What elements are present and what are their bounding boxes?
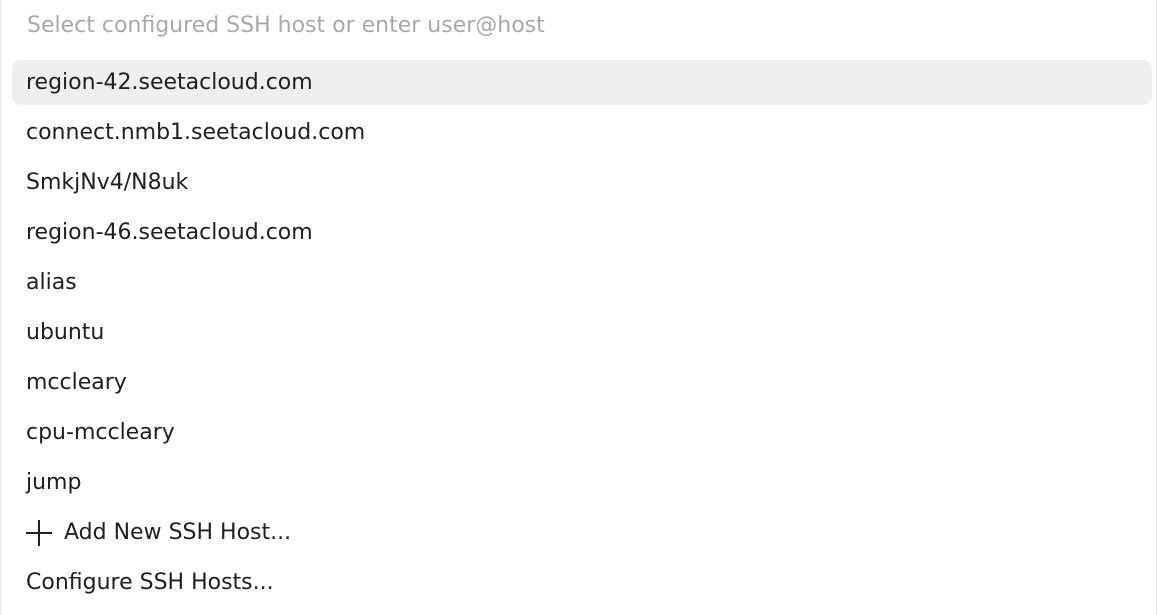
host-item-jump[interactable]: jump xyxy=(12,460,1152,505)
host-item-label: SmkjNv4/N8uk xyxy=(26,170,189,195)
host-item-smkjnv4[interactable]: SmkjNv4/N8uk xyxy=(12,160,1152,205)
host-item-label: mccleary xyxy=(26,370,127,395)
add-new-ssh-host-label: Add New SSH Host... xyxy=(64,520,292,545)
host-item-label: cpu-mccleary xyxy=(26,420,175,445)
host-item-label: ubuntu xyxy=(26,320,105,345)
host-item-region-42[interactable]: region-42.seetacloud.com xyxy=(12,60,1152,105)
host-item-cpu-mccleary[interactable]: cpu-mccleary xyxy=(12,410,1152,455)
search-input[interactable] xyxy=(13,0,1148,50)
host-item-label: jump xyxy=(26,470,82,495)
add-new-ssh-host-button[interactable]: Add New SSH Host... xyxy=(12,510,1152,555)
host-item-ubuntu[interactable]: ubuntu xyxy=(12,310,1152,355)
host-item-label: alias xyxy=(26,270,77,295)
host-item-label: connect.nmb1.seetacloud.com xyxy=(26,120,366,145)
host-item-connect-nmb1[interactable]: connect.nmb1.seetacloud.com xyxy=(12,110,1152,155)
host-list: region-42.seetacloud.com connect.nmb1.se… xyxy=(12,60,1152,610)
configure-ssh-hosts-button[interactable]: Configure SSH Hosts... xyxy=(12,560,1152,605)
plus-icon xyxy=(26,519,52,546)
configure-ssh-hosts-label: Configure SSH Hosts... xyxy=(26,570,274,595)
host-item-alias[interactable]: alias xyxy=(12,260,1152,305)
host-item-mccleary[interactable]: mccleary xyxy=(12,360,1152,405)
host-item-label: region-46.seetacloud.com xyxy=(26,220,313,245)
host-item-label: region-42.seetacloud.com xyxy=(26,70,313,95)
host-item-region-46[interactable]: region-46.seetacloud.com xyxy=(12,210,1152,255)
ssh-host-picker: region-42.seetacloud.com connect.nmb1.se… xyxy=(0,0,1157,615)
